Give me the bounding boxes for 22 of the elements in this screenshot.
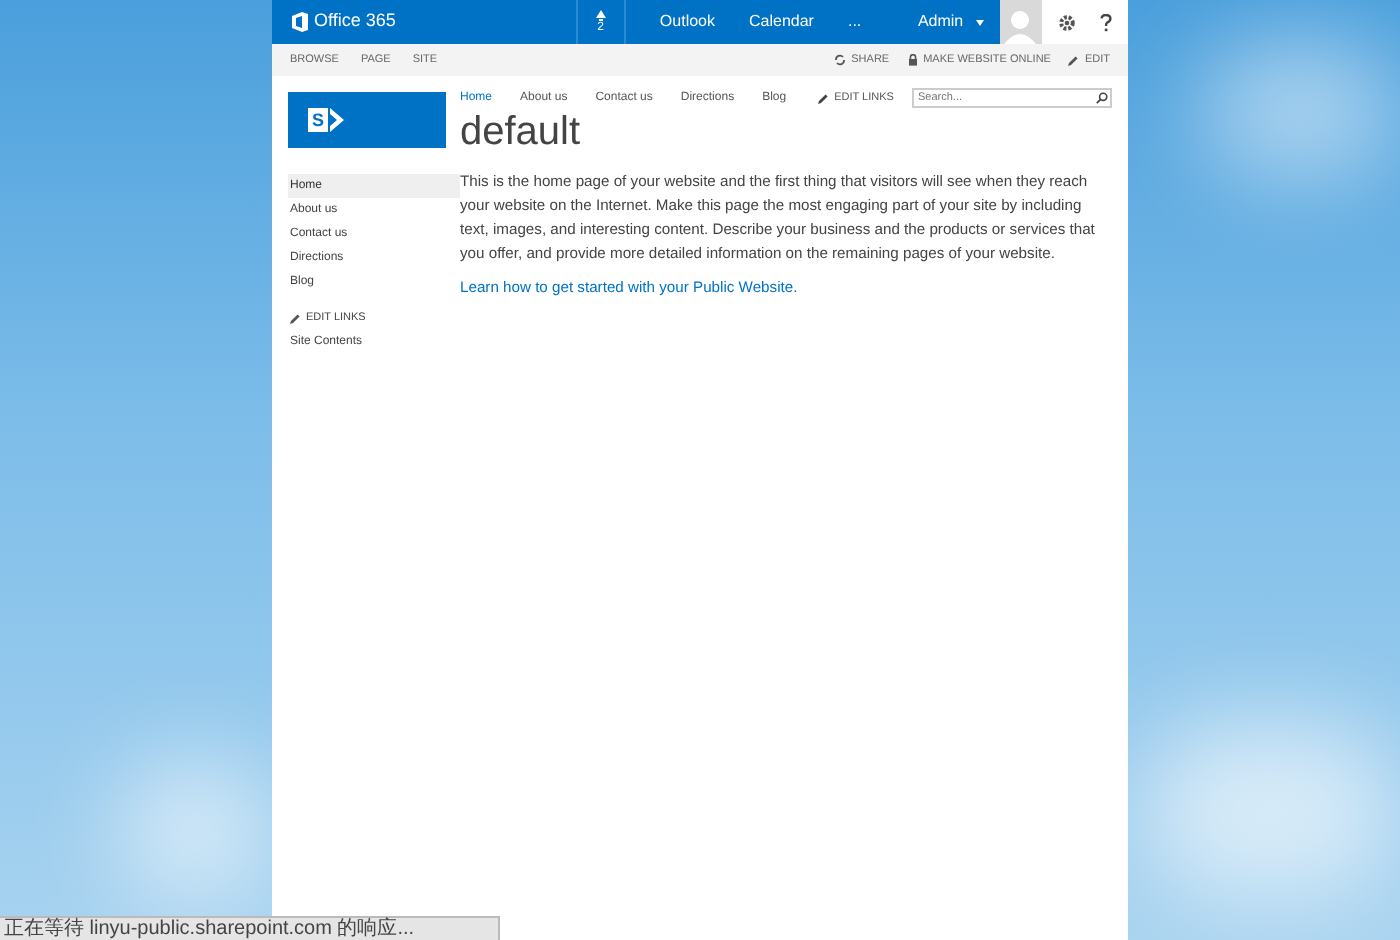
suite-link[interactable]: Calendar	[749, 10, 814, 34]
page-title: default	[460, 110, 583, 154]
lock-icon	[907, 54, 918, 66]
bell-icon	[595, 10, 606, 22]
status-bar: 正在等待 linyu-public.sharepoint.com 的响应...	[0, 916, 500, 940]
brand-name[interactable]: Office 365	[314, 8, 396, 36]
sync-icon	[833, 54, 846, 66]
pencil-icon	[818, 93, 829, 103]
office-logo-icon	[292, 12, 308, 32]
pencil-icon	[290, 313, 300, 323]
caret-icon	[975, 19, 984, 25]
chevron-icon	[328, 108, 344, 132]
user-menu[interactable]: Admin	[917, 10, 1000, 34]
suite-link[interactable]: Outlook	[659, 10, 715, 34]
help-icon[interactable]	[1099, 13, 1112, 31]
logo-letter: S	[308, 108, 328, 132]
suite-link[interactable]: ...	[847, 10, 862, 34]
sharepoint-logo[interactable]: S	[288, 92, 446, 148]
pencil-icon	[1068, 55, 1079, 65]
settings-icon[interactable]	[1057, 13, 1076, 31]
search-icon	[1096, 92, 1108, 104]
avatar[interactable]	[999, 0, 1042, 44]
